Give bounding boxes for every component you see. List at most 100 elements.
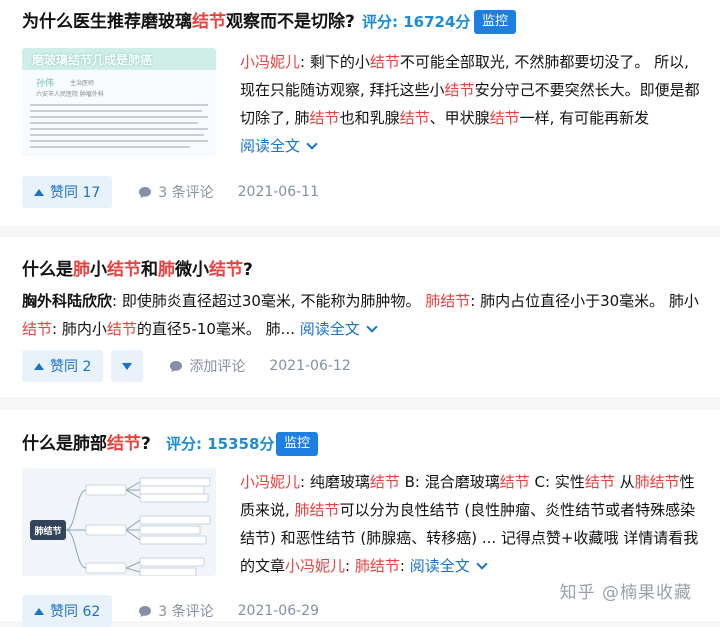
excerpt-text: C: 实性 (529, 473, 585, 491)
excerpt-text: : 肺内小 (52, 320, 107, 338)
thumb-name: 孙伟 (36, 79, 55, 89)
comment-icon (139, 186, 152, 198)
answer-excerpt[interactable]: 小冯妮儿: 纯磨玻璃结节 B: 混合磨玻璃结节 C: 实性结节 从肺结节性质来说… (240, 468, 702, 580)
title-text: 什么是肺部 (22, 434, 107, 454)
author-name[interactable]: 胸外科陆欣欣 (22, 292, 112, 310)
answer-card: 为什么医生推荐磨玻璃结节观察而不是切除? 评分: 16724分 监控 磨玻璃结节… (0, 0, 720, 226)
excerpt-highlight: 肺结节 (634, 473, 680, 491)
excerpt-text: B: 混合磨玻璃 (399, 473, 500, 491)
excerpt-highlight: 肺结节 (425, 292, 471, 310)
excerpt-text: : (399, 557, 405, 575)
triangle-up-icon (34, 362, 44, 370)
comment-icon (170, 360, 183, 372)
author-name[interactable]: 小冯妮儿 (285, 557, 345, 575)
answer-actions: 赞同 17 3 条评论 2021-06-11 (22, 176, 319, 208)
read-more-link[interactable]: 阅读全文 (240, 137, 318, 155)
answer-date: 2021-06-12 (269, 358, 351, 374)
title-highlight: 肺 (73, 260, 90, 280)
comment-icon (139, 605, 152, 617)
comments-label: 3 条评论 (158, 604, 214, 620)
title-highlight: 结节 (107, 434, 141, 454)
excerpt-text: 、甲状腺 (429, 109, 490, 127)
upvote-label: 赞同 62 (50, 604, 101, 620)
chevron-down-icon (306, 138, 318, 150)
score-label: 评分: 15358分 (166, 435, 275, 453)
question-title[interactable]: 为什么医生推荐磨玻璃结节观察而不是切除? (22, 10, 355, 34)
title-text: 观察而不是切除? (226, 12, 355, 32)
excerpt-highlight: 结节 (399, 109, 430, 127)
read-more-label: 阅读全文 (409, 557, 470, 575)
excerpt-highlight: 结节 (22, 320, 53, 338)
monitor-button[interactable]: 监控 (276, 432, 319, 456)
excerpt-highlight: 结节 (499, 473, 530, 491)
score-label: 评分: 16724分 (362, 13, 471, 31)
answer-thumbnail[interactable]: 磨玻璃结节几成是肺癌 孙伟 主治医师 六安市人民医院 肿瘤外科 (22, 48, 216, 156)
excerpt-text: : 即使肺炎直径超过30毫米, 不能称为肺肿物。 (112, 292, 426, 310)
question-title[interactable]: 什么是肺小结节和肺微小结节? (22, 258, 253, 282)
read-more-label: 阅读全文 (299, 320, 360, 338)
excerpt-text: : 肺内占位直径小于30毫米。 肺小 (470, 292, 699, 310)
answer-excerpt[interactable]: 胸外科陆欣欣: 即使肺炎直径超过30毫米, 不能称为肺肿物。 肺结节: 肺内占位… (22, 287, 702, 343)
comments-label: 3 条评论 (158, 185, 214, 201)
answer-thumbnail[interactable]: 肺结节 (22, 468, 216, 576)
read-more-link[interactable]: 阅读全文 (409, 557, 488, 575)
triangle-up-icon (34, 607, 44, 615)
upvote-button[interactable]: 赞同 62 (22, 595, 113, 627)
answer-excerpt[interactable]: 小冯妮儿: 剩下的小结节不可能全部取光, 不然肺都要切没了。 所以, 现在只能随… (240, 48, 702, 160)
excerpt-highlight: 结节 (444, 81, 475, 99)
excerpt-highlight: 结节 (489, 109, 520, 127)
comments-button[interactable]: 3 条评论 (138, 601, 214, 621)
thumb-headline: 磨玻璃结节几成是肺癌 (32, 53, 153, 67)
title-text: 小 (90, 260, 107, 280)
mindmap-diagram (30, 477, 211, 576)
answer-date: 2021-06-11 (237, 184, 319, 200)
read-more-label: 阅读全文 (240, 137, 301, 155)
upvote-label: 赞同 2 (50, 359, 92, 375)
excerpt-text: : (345, 557, 355, 575)
comments-button[interactable]: 3 条评论 (138, 182, 214, 202)
excerpt-text: 从 (614, 473, 635, 491)
excerpt-highlight: 结节 (309, 109, 340, 127)
excerpt-text: : 剩下的小 (300, 53, 370, 71)
read-more-link[interactable]: 阅读全文 (299, 320, 378, 338)
title-highlight: 结节 (192, 12, 226, 32)
title-highlight: 结节 (107, 260, 141, 280)
answer-date: 2021-06-29 (237, 603, 319, 619)
excerpt-text: 的直径5-10毫米。 肺... (136, 320, 295, 338)
answer-actions: 赞同 62 3 条评论 2021-06-29 (22, 595, 319, 627)
title-text: 微小 (175, 260, 209, 280)
excerpt-text: 一样, 有可能再新发 (519, 109, 650, 127)
downvote-button[interactable] (111, 350, 144, 382)
comments-button[interactable]: 添加评论 (169, 356, 245, 376)
upvote-button[interactable]: 赞同 2 (22, 350, 104, 382)
title-text: 和 (141, 260, 158, 280)
title-text: 为什么医生推荐磨玻璃 (22, 12, 192, 32)
upvote-button[interactable]: 赞同 17 (22, 176, 113, 208)
title-highlight: 肺 (158, 260, 175, 280)
excerpt-highlight: 结节 (584, 473, 615, 491)
author-name[interactable]: 小冯妮儿 (240, 53, 300, 71)
comments-label: 添加评论 (189, 359, 246, 375)
upvote-label: 赞同 17 (50, 185, 101, 201)
title-text: ? (243, 260, 253, 280)
chevron-down-icon (366, 321, 378, 333)
chevron-down-icon (476, 558, 488, 570)
thumb-role: 主治医师 (70, 80, 95, 87)
question-title[interactable]: 什么是肺部结节? (22, 432, 151, 456)
triangle-up-icon (34, 188, 44, 196)
watermark: 知乎 @楠果收藏 (559, 583, 692, 603)
excerpt-text: 也和乳腺 (339, 109, 400, 127)
excerpt-highlight: 结节 (369, 473, 400, 491)
answer-card: 什么是肺小结节和肺微小结节? 胸外科陆欣欣: 即使肺炎直径超过30毫米, 不能称… (0, 237, 720, 397)
triangle-down-icon (122, 362, 133, 370)
title-text: 什么是 (22, 260, 73, 280)
monitor-button[interactable]: 监控 (474, 10, 517, 34)
author-name[interactable]: 小冯妮儿 (240, 473, 300, 491)
title-text: ? (141, 434, 151, 454)
thumb-body-lines (30, 104, 208, 148)
mindmap-center-label: 肺结节 (34, 527, 62, 537)
excerpt-highlight: 肺结节 (354, 557, 400, 575)
answer-actions: 赞同 2 添加评论 2021-06-12 (22, 350, 351, 382)
excerpt-highlight: 结节 (369, 53, 400, 71)
excerpt-highlight: 结节 (106, 320, 137, 338)
